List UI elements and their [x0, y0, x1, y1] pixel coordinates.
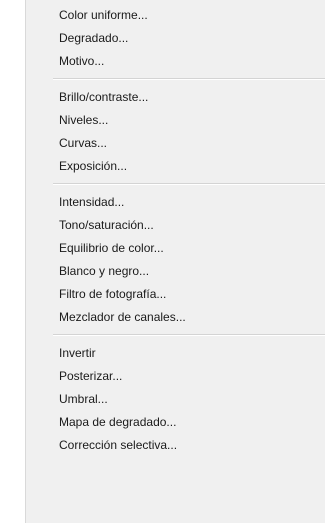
menu-item-color-uniforme[interactable]: Color uniforme...	[26, 4, 325, 27]
menu-item-filtro-de-fotografia[interactable]: Filtro de fotografía...	[26, 283, 325, 306]
menu-item-degradado[interactable]: Degradado...	[26, 27, 325, 50]
menu-item-exposicion[interactable]: Exposición...	[26, 155, 325, 178]
menu-item-niveles[interactable]: Niveles...	[26, 109, 325, 132]
menu-item-tono-saturacion[interactable]: Tono/saturación...	[26, 214, 325, 237]
menu-group-color: Intensidad... Tono/saturación... Equilib…	[26, 191, 325, 329]
menu-separator	[53, 78, 325, 80]
menu-item-correccion-selectiva[interactable]: Corrección selectiva...	[26, 434, 325, 457]
menu-item-intensidad[interactable]: Intensidad...	[26, 191, 325, 214]
menu-item-blanco-y-negro[interactable]: Blanco y negro...	[26, 260, 325, 283]
menu-item-invertir[interactable]: Invertir	[26, 342, 325, 365]
menu-item-mezclador-de-canales[interactable]: Mezclador de canales...	[26, 306, 325, 329]
adjustment-layer-menu: Color uniforme... Degradado... Motivo...…	[25, 0, 325, 523]
menu-item-mapa-de-degradado[interactable]: Mapa de degradado...	[26, 411, 325, 434]
menu-group-fill: Color uniforme... Degradado... Motivo...	[26, 4, 325, 73]
menu-group-tonal: Brillo/contraste... Niveles... Curvas...…	[26, 86, 325, 178]
menu-item-equilibrio-de-color[interactable]: Equilibrio de color...	[26, 237, 325, 260]
menu-group-special: Invertir Posterizar... Umbral... Mapa de…	[26, 342, 325, 457]
menu-item-umbral[interactable]: Umbral...	[26, 388, 325, 411]
menu-item-brillo-contraste[interactable]: Brillo/contraste...	[26, 86, 325, 109]
menu-separator	[53, 183, 325, 185]
menu-item-posterizar[interactable]: Posterizar...	[26, 365, 325, 388]
menu-item-curvas[interactable]: Curvas...	[26, 132, 325, 155]
menu-item-motivo[interactable]: Motivo...	[26, 50, 325, 73]
menu-separator	[53, 334, 325, 336]
